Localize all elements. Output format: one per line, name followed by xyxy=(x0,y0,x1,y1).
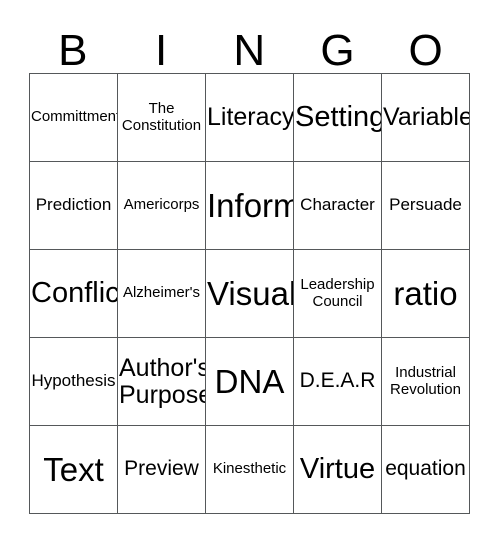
bingo-cell-r4c2[interactable]: Author's Purpose xyxy=(118,338,206,426)
bingo-cell-label: Committment xyxy=(31,108,118,126)
bingo-cell-label: DNA xyxy=(214,362,285,400)
bingo-cell-label: ratio xyxy=(393,274,458,312)
bingo-header-letter-o: O xyxy=(408,26,444,75)
bingo-cell-r5c3[interactable]: Kinesthetic xyxy=(206,426,294,514)
bingo-cell-r4c4[interactable]: D.E.A.R xyxy=(294,338,382,426)
bingo-cell-label: Setting xyxy=(295,100,382,133)
bingo-cell-label: Hypothesis xyxy=(31,371,116,391)
bingo-cell-label: D.E.A.R xyxy=(299,369,376,393)
bingo-cell-label: Preview xyxy=(124,457,199,481)
bingo-card: B I N G O Committment The Constitution L… xyxy=(0,0,500,544)
bingo-cell-r3c1[interactable]: Conflict xyxy=(30,250,118,338)
bingo-cell-label: Persuade xyxy=(389,195,462,215)
bingo-cell-r1c4[interactable]: Setting xyxy=(294,74,382,162)
bingo-cell-r4c1[interactable]: Hypothesis xyxy=(30,338,118,426)
bingo-cell-label: Alzheimer's xyxy=(122,284,201,302)
bingo-cell-r3c5[interactable]: ratio xyxy=(382,250,470,338)
bingo-header-letter-b: B xyxy=(58,26,89,75)
bingo-header-row: B I N G O xyxy=(29,18,470,73)
bingo-cell-r5c2[interactable]: Preview xyxy=(118,426,206,514)
bingo-cell-r3c4[interactable]: Leadership Council xyxy=(294,250,382,338)
bingo-cell-label: Conflict xyxy=(31,276,117,309)
bingo-cell-label: Kinesthetic xyxy=(212,460,287,478)
bingo-cell-label: Inform xyxy=(207,186,294,224)
bingo-cell-r4c5[interactable]: Industrial Revolution xyxy=(382,338,470,426)
bingo-header-letter-i: I xyxy=(154,26,168,75)
bingo-header-letter-g: G xyxy=(320,26,356,75)
bingo-cell-label: Prediction xyxy=(35,195,112,215)
bingo-cell-label: Variable xyxy=(383,103,470,132)
bingo-cell-r1c5[interactable]: Variable xyxy=(382,74,470,162)
bingo-cell-r2c3[interactable]: Inform xyxy=(206,162,294,250)
bingo-cell-label: Americorps xyxy=(123,196,200,214)
bingo-cell-label: Literacy xyxy=(207,103,294,132)
bingo-cell-r4c3[interactable]: DNA xyxy=(206,338,294,426)
bingo-cell-r5c4[interactable]: Virtue xyxy=(294,426,382,514)
bingo-cell-label: Text xyxy=(43,450,104,488)
bingo-cell-label: Leadership Council xyxy=(300,276,375,310)
bingo-cell-r2c1[interactable]: Prediction xyxy=(30,162,118,250)
bingo-cell-r2c4[interactable]: Character xyxy=(294,162,382,250)
bingo-cell-r5c5[interactable]: equation xyxy=(382,426,470,514)
bingo-cell-r3c3[interactable]: Visual xyxy=(206,250,294,338)
bingo-cell-r2c5[interactable]: Persuade xyxy=(382,162,470,250)
bingo-cell-label: Industrial Revolution xyxy=(390,364,461,398)
bingo-header-letter-n: N xyxy=(233,26,266,75)
bingo-cell-label: equation xyxy=(385,457,466,481)
bingo-cell-label: Author's Purpose xyxy=(119,353,206,409)
bingo-cell-label: Virtue xyxy=(299,452,376,485)
bingo-grid: Committment The Constitution Literacy Se… xyxy=(29,73,470,514)
bingo-cell-r1c3[interactable]: Literacy xyxy=(206,74,294,162)
bingo-cell-r1c1[interactable]: Committment xyxy=(30,74,118,162)
bingo-cell-r1c2[interactable]: The Constitution xyxy=(118,74,206,162)
bingo-cell-label: The Constitution xyxy=(121,100,202,134)
bingo-cell-r5c1[interactable]: Text xyxy=(30,426,118,514)
bingo-cell-label: Character xyxy=(300,195,375,215)
bingo-cell-label: Visual xyxy=(207,274,294,312)
bingo-cell-r2c2[interactable]: Americorps xyxy=(118,162,206,250)
bingo-cell-r3c2[interactable]: Alzheimer's xyxy=(118,250,206,338)
